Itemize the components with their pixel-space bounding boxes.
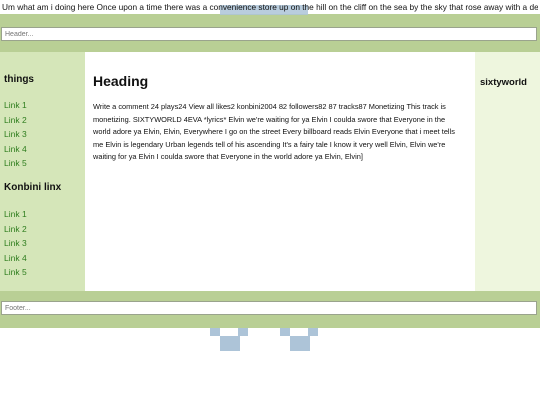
- footer-input[interactable]: [1, 301, 537, 315]
- right-sidebar: sixtyworld: [475, 52, 540, 291]
- things-links: Link 1 Link 2 Link 3 Link 4 Link 5: [4, 98, 27, 171]
- konbini-links: Link 1 Link 2 Link 3 Link 4 Link 5: [4, 207, 27, 280]
- left-sidebar: things Link 1 Link 2 Link 3 Link 4 Link …: [0, 52, 85, 291]
- things-link-3[interactable]: Link 3: [4, 127, 27, 142]
- things-link-4[interactable]: Link 4: [4, 142, 27, 157]
- konbini-link-3[interactable]: Link 3: [4, 236, 27, 251]
- main-heading: Heading: [93, 73, 149, 89]
- things-link-1[interactable]: Link 1: [4, 98, 27, 113]
- things-heading: things: [4, 74, 34, 85]
- things-link-5[interactable]: Link 5: [4, 156, 27, 171]
- main-body-text: Write a comment 24 plays24 View all like…: [93, 102, 455, 162]
- konbini-link-1[interactable]: Link 1: [4, 207, 27, 222]
- intro-text: Um what am i doing here Once upon a time…: [2, 2, 538, 12]
- things-link-2[interactable]: Link 2: [4, 113, 27, 128]
- main-content: Heading Write a comment 24 plays24 View …: [85, 52, 475, 291]
- sixtyworld-heading: sixtyworld: [480, 77, 527, 88]
- header-input[interactable]: [1, 27, 537, 41]
- konbini-link-5[interactable]: Link 5: [4, 265, 27, 280]
- konbini-heading: Konbini linx: [4, 182, 62, 193]
- konbini-link-4[interactable]: Link 4: [4, 251, 27, 266]
- konbini-link-2[interactable]: Link 2: [4, 222, 27, 237]
